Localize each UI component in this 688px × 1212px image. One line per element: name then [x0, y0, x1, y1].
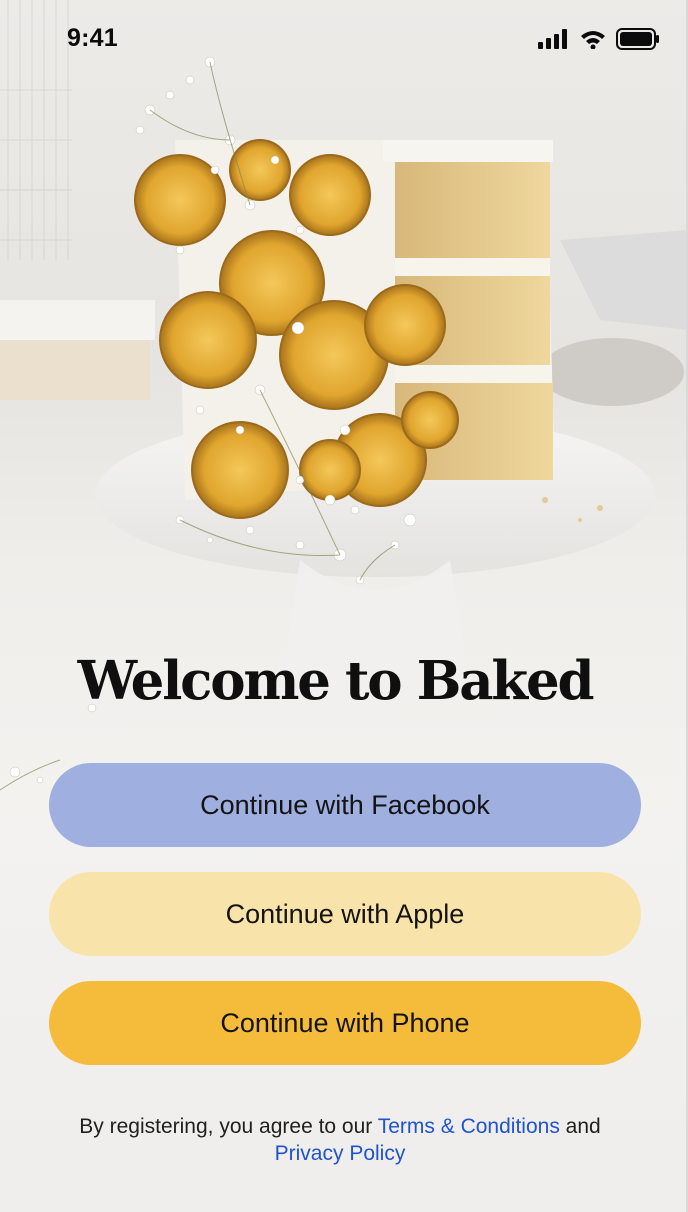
page-title: Welcome to Baked [77, 650, 595, 712]
battery-icon [616, 28, 659, 50]
continue-with-facebook-button[interactable]: Continue with Facebook [49, 763, 641, 847]
welcome-screen: 9:41 Welcome to Baked Continue with Face… [0, 0, 688, 1212]
terms-link[interactable]: Terms & Conditions [378, 1115, 560, 1138]
continue-with-apple-button[interactable]: Continue with Apple [49, 872, 641, 956]
legal-text: By registering, you agree to our Terms &… [40, 1113, 640, 1167]
status-bar: 9:41 [0, 0, 686, 78]
status-time: 9:41 [67, 24, 118, 52]
legal-prefix: By registering, you agree to our [79, 1115, 373, 1138]
continue-with-phone-button[interactable]: Continue with Phone [49, 981, 641, 1065]
wifi-icon [581, 31, 605, 49]
privacy-policy-link[interactable]: Privacy Policy [275, 1142, 406, 1165]
status-icons [538, 28, 660, 50]
legal-conjunction: and [565, 1115, 601, 1138]
cellular-signal-icon [538, 29, 567, 49]
